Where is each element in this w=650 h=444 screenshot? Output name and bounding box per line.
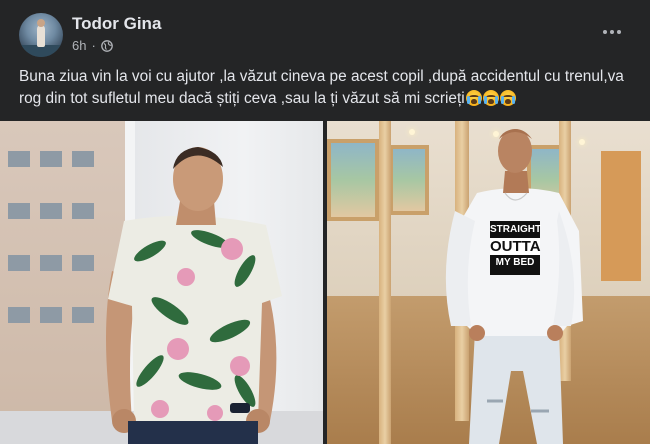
meta-separator: · bbox=[91, 38, 96, 53]
photo-right[interactable]: STRAIGHT OUTTA MY BED bbox=[327, 121, 650, 444]
post-body: Buna ziua vin la voi cu ajutor ,la văzut… bbox=[19, 68, 624, 107]
man-figure-left bbox=[106, 147, 282, 444]
shirt-line-2: OUTTA bbox=[490, 238, 541, 255]
crying-face-emoji bbox=[499, 90, 516, 106]
author-avatar[interactable] bbox=[19, 13, 63, 57]
post-time[interactable]: 6h bbox=[72, 38, 86, 53]
post-header: Todor Gina 6h · bbox=[0, 0, 650, 62]
shirt-print: STRAIGHT OUTTA MY BED bbox=[490, 221, 542, 275]
photo-left[interactable] bbox=[0, 121, 323, 444]
man-figure-right bbox=[445, 129, 583, 444]
author-name[interactable]: Todor Gina bbox=[72, 14, 161, 34]
shirt-line-1: STRAIGHT bbox=[490, 224, 542, 235]
post-photos: STRAIGHT OUTTA MY BED bbox=[0, 121, 650, 444]
facebook-post: Todor Gina 6h · Buna ziua vin la voi cu … bbox=[0, 0, 650, 444]
shirt-line-3: MY BED bbox=[495, 257, 535, 268]
globe-icon[interactable] bbox=[100, 39, 113, 52]
more-options-icon bbox=[603, 30, 607, 34]
post-meta: 6h · bbox=[72, 38, 113, 53]
crying-face-emoji bbox=[465, 90, 482, 106]
more-options-button[interactable] bbox=[594, 20, 630, 44]
crying-face-emoji bbox=[482, 90, 499, 106]
post-text: Buna ziua vin la voi cu ajutor ,la văzut… bbox=[19, 66, 631, 110]
